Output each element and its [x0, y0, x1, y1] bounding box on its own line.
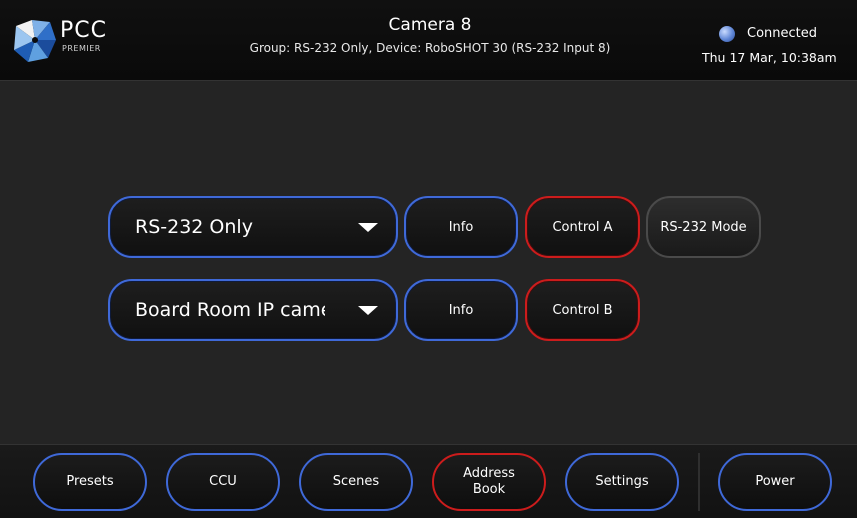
chevron-down-icon — [358, 223, 378, 232]
control-b-label: Control B — [552, 302, 613, 318]
logo-text: PCC — [60, 18, 107, 43]
info-button-device[interactable]: Info — [404, 279, 518, 341]
control-a-button[interactable]: Control A — [525, 196, 640, 258]
chevron-down-icon — [358, 306, 378, 315]
pcc-logo-icon — [14, 20, 56, 62]
scenes-label: Scenes — [332, 474, 380, 489]
group-dropdown-value: RS-232 Only — [135, 216, 253, 238]
device-dropdown-value: Board Room IP camera — [135, 299, 325, 321]
device-description: Group: RS-232 Only, Device: RoboSHOT 30 … — [249, 41, 611, 55]
ccu-label: CCU — [209, 474, 237, 489]
status-label: Connected — [747, 26, 818, 41]
bottom-navigation: Presets CCU Scenes Address Book Settings… — [0, 444, 857, 518]
connection-status-icon — [719, 26, 735, 42]
presets-label: Presets — [66, 474, 114, 489]
camera-info: Camera 8 Group: RS-232 Only, Device: Rob… — [200, 14, 660, 56]
info-button-group[interactable]: Info — [404, 196, 518, 258]
address-book-label-line1: Address — [463, 466, 515, 481]
logo: PCC PREMIER — [10, 14, 120, 66]
rs232-mode-label: RS-232 Mode — [660, 219, 747, 235]
power-label: Power — [755, 474, 795, 489]
info-button-label: Info — [448, 302, 474, 318]
date-time: Thu 17 Mar, 10:38am — [702, 50, 837, 65]
device-dropdown[interactable]: Board Room IP camera — [108, 279, 398, 341]
rs232-mode-button[interactable]: RS-232 Mode — [646, 196, 761, 258]
ccu-button[interactable]: CCU — [166, 453, 280, 511]
control-a-label: Control A — [552, 219, 613, 235]
address-book-label-line2: Book — [472, 482, 506, 497]
presets-button[interactable]: Presets — [33, 453, 147, 511]
settings-label: Settings — [595, 474, 649, 489]
scenes-button[interactable]: Scenes — [299, 453, 413, 511]
info-button-label: Info — [448, 219, 474, 235]
group-dropdown[interactable]: RS-232 Only — [108, 196, 398, 258]
logo-subtext: PREMIER — [62, 44, 101, 53]
page-title: Camera 8 — [388, 15, 472, 35]
connection-status: Connected Thu 17 Mar, 10:38am — [700, 24, 857, 65]
header-bar: PCC PREMIER Camera 8 Group: RS-232 Only,… — [0, 0, 857, 81]
camera-control-screen: PCC PREMIER Camera 8 Group: RS-232 Only,… — [0, 0, 857, 518]
power-button[interactable]: Power — [718, 453, 832, 511]
control-b-button[interactable]: Control B — [525, 279, 640, 341]
settings-button[interactable]: Settings — [565, 453, 679, 511]
nav-divider — [698, 453, 700, 511]
address-book-button[interactable]: Address Book — [432, 453, 546, 511]
